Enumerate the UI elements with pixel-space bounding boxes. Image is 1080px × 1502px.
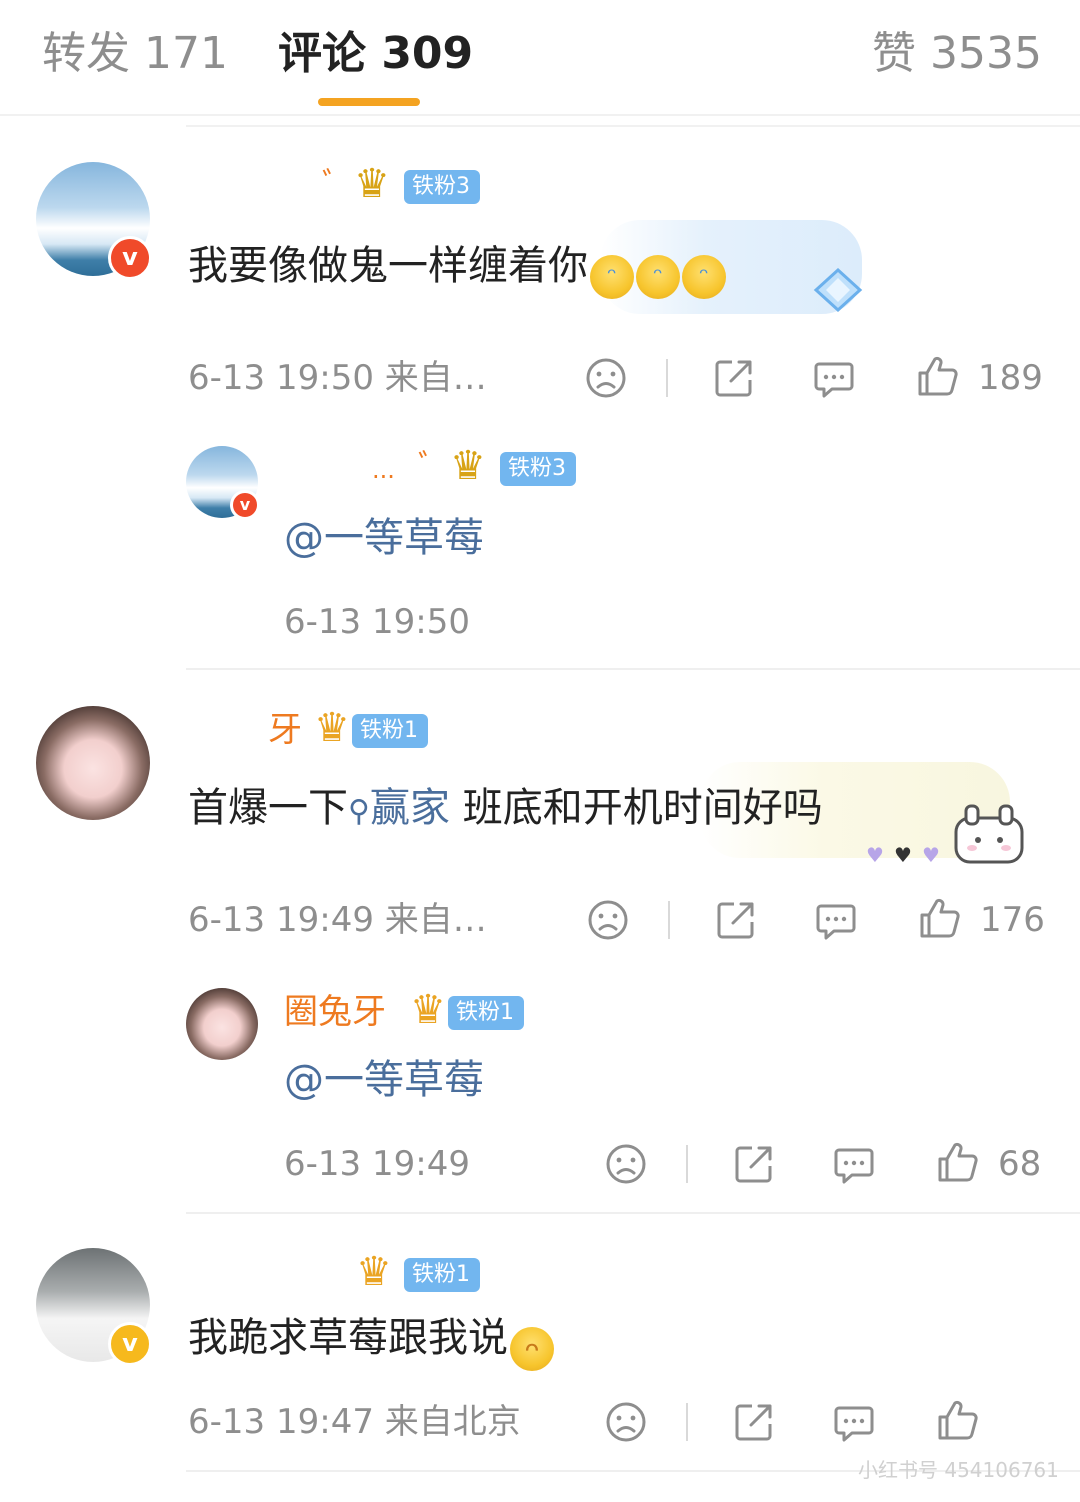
like-count: 68 bbox=[998, 1144, 1042, 1184]
crown-icon: ♛ bbox=[314, 705, 350, 751]
verified-v-icon: v bbox=[108, 236, 152, 280]
fan-badge[interactable]: 铁粉1 bbox=[352, 714, 428, 748]
svg-text:♥: ♥ bbox=[866, 844, 884, 866]
share-icon[interactable] bbox=[712, 356, 756, 400]
tabs-divider bbox=[0, 114, 1080, 116]
topic-link[interactable]: 赢家 bbox=[370, 785, 450, 831]
sad-face-icon[interactable] bbox=[604, 1142, 648, 1186]
share-icon[interactable] bbox=[714, 898, 758, 942]
comment-icon[interactable] bbox=[814, 898, 858, 942]
nickname[interactable]: 圈兔牙 bbox=[284, 990, 386, 1034]
diamond-icon bbox=[812, 267, 864, 313]
thumbs-up-icon[interactable] bbox=[936, 1398, 980, 1442]
bunny-sticker-icon bbox=[952, 804, 1026, 866]
verified-v-icon: v bbox=[230, 490, 260, 520]
comment-icon[interactable] bbox=[832, 1142, 876, 1186]
search-icon: ⚲ bbox=[348, 794, 370, 829]
nickname-decoration: ... bbox=[372, 456, 395, 484]
sad-face-icon[interactable] bbox=[604, 1400, 648, 1444]
comment-text: 首爆一下⚲赢家 班底和开机时间好吗 bbox=[188, 785, 823, 831]
fan-badge[interactable]: 铁粉1 bbox=[404, 1258, 480, 1292]
svg-text:♥: ♥ bbox=[922, 844, 940, 866]
thumbs-up-icon[interactable] bbox=[936, 1140, 980, 1184]
crying-emoji-icon: ᵔ bbox=[636, 255, 680, 299]
verified-v-icon: v bbox=[108, 1322, 152, 1366]
nickname-decoration: ﾞ bbox=[418, 448, 435, 488]
crown-icon: ♛ bbox=[356, 1249, 392, 1295]
comment-icon[interactable] bbox=[812, 356, 856, 400]
fan-badge[interactable]: 铁粉3 bbox=[404, 170, 480, 204]
crown-icon: ♛ bbox=[410, 987, 446, 1033]
comment-divider bbox=[186, 1212, 1080, 1214]
avatar[interactable] bbox=[186, 988, 258, 1060]
comment-divider bbox=[186, 668, 1080, 670]
crying-emoji-icon: ᵔ bbox=[682, 255, 726, 299]
crown-icon: ♛ bbox=[354, 161, 390, 207]
like-count: 176 bbox=[980, 900, 1045, 940]
watermark: 小红书号 454106761 bbox=[858, 1458, 1059, 1482]
hearts-decoration: ♥ ♥ ♥ bbox=[866, 843, 948, 867]
comment-text: 我跪求草莓跟我说 ᴖ bbox=[188, 1312, 554, 1371]
comment-text: 我要像做鬼一样缠着你 ᵔ ᵔ ᵔ bbox=[188, 240, 726, 299]
crying-emoji-icon: ᵔ bbox=[590, 255, 634, 299]
divider bbox=[666, 359, 668, 397]
divider bbox=[686, 1145, 688, 1183]
tab-likes[interactable]: 赞 3535 bbox=[872, 26, 1042, 82]
svg-text:♥: ♥ bbox=[894, 844, 912, 866]
pleading-emoji-icon: ᴖ bbox=[510, 1327, 554, 1371]
reply-meta: 6-13 19:50 bbox=[284, 602, 470, 642]
like-count: 189 bbox=[978, 358, 1043, 398]
fan-badge[interactable]: 铁粉1 bbox=[448, 996, 524, 1030]
comment-icon[interactable] bbox=[832, 1400, 876, 1444]
share-icon[interactable] bbox=[732, 1142, 776, 1186]
nickname[interactable]: 牙 bbox=[268, 708, 302, 752]
thumbs-up-icon[interactable] bbox=[918, 896, 962, 940]
comment-meta: 6-13 19:50 来自… bbox=[188, 358, 487, 398]
comment-meta: 6-13 19:49 来自… bbox=[188, 900, 487, 940]
comment-meta: 6-13 19:47 来自北京 bbox=[188, 1402, 521, 1442]
fan-badge[interactable]: 铁粉3 bbox=[500, 452, 576, 486]
sad-face-icon[interactable] bbox=[586, 898, 630, 942]
tab-repost[interactable]: 转发 171 bbox=[42, 26, 228, 82]
reply-meta: 6-13 19:49 bbox=[284, 1144, 470, 1184]
share-icon[interactable] bbox=[732, 1400, 776, 1444]
avatar[interactable] bbox=[36, 706, 150, 820]
comment-tabs: 转发 171 评论 309 赞 3535 bbox=[0, 0, 1080, 112]
mention-link[interactable]: @一等草莓 bbox=[284, 1054, 484, 1106]
thumbs-up-icon[interactable] bbox=[916, 354, 960, 398]
nickname-decoration: ﾞ bbox=[322, 166, 339, 206]
divider bbox=[668, 901, 670, 939]
list-top-divider bbox=[186, 125, 1080, 127]
mention-link[interactable]: @一等草莓 bbox=[284, 512, 484, 564]
crown-icon: ♛ bbox=[450, 443, 486, 489]
tab-comments[interactable]: 评论 309 bbox=[278, 26, 473, 82]
sad-face-icon[interactable] bbox=[584, 356, 628, 400]
divider bbox=[686, 1403, 688, 1441]
active-tab-indicator bbox=[318, 98, 420, 106]
